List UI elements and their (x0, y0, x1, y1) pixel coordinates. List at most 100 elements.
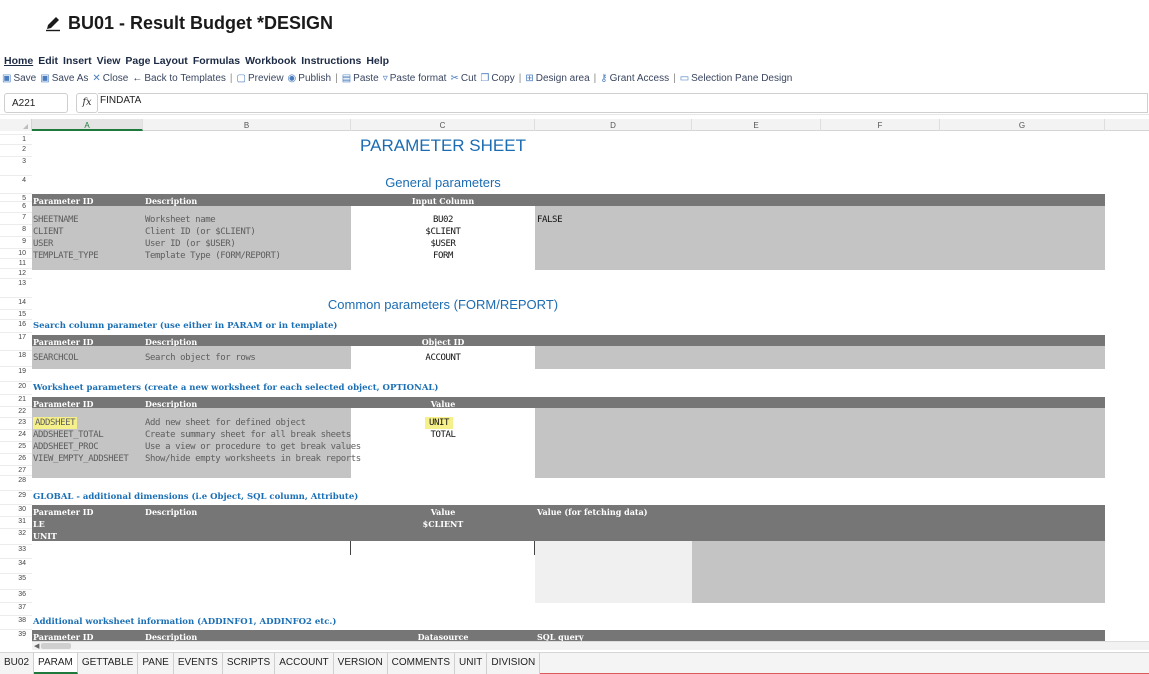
param-id[interactable]: USER (33, 239, 53, 249)
row-header[interactable]: 3 (0, 158, 32, 165)
row-header[interactable]: 18 (0, 352, 32, 359)
param-value[interactable]: $CLIENT (351, 227, 535, 237)
param-value[interactable]: ACCOUNT (351, 353, 535, 363)
tab-version[interactable]: VERSION (334, 653, 388, 674)
row-header[interactable]: 7 (0, 214, 32, 221)
tab-bu02[interactable]: BU02 (0, 653, 35, 674)
selection-pane-design-button[interactable]: ▭ Selection Pane Design (680, 73, 793, 84)
cell-reference-box[interactable]: A221 (4, 93, 68, 113)
save-button[interactable]: ▣ Save (2, 73, 36, 84)
row-header[interactable]: 20 (0, 383, 32, 390)
tab-param[interactable]: PARAM (34, 653, 78, 674)
row-header[interactable]: 1 (0, 136, 32, 143)
row-header[interactable]: 28 (0, 477, 32, 484)
row-header[interactable]: 4 (0, 177, 32, 184)
copy-button[interactable]: ❐ Copy (480, 73, 514, 84)
row-header[interactable]: 32 (0, 530, 32, 537)
row-header[interactable]: 6 (0, 203, 32, 210)
row-header[interactable]: 33 (0, 546, 32, 553)
back-to-templates-button[interactable]: ← Back to Templates (132, 73, 226, 84)
menu-formulas[interactable]: Formulas (193, 55, 240, 69)
param-id[interactable]: ADDSHEET_PROC (33, 442, 99, 452)
close-button[interactable]: ✕ Close (92, 73, 128, 84)
param-id[interactable]: SEARCHCOL (33, 353, 79, 363)
global-unit[interactable]: UNIT (33, 531, 57, 541)
publish-button[interactable]: ◉ Publish (288, 73, 332, 84)
row-header[interactable]: 36 (0, 591, 32, 598)
row-header[interactable]: 39 (0, 631, 32, 638)
param-extra[interactable]: FALSE (537, 215, 562, 225)
param-id[interactable]: SHEETNAME (33, 215, 79, 225)
param-value[interactable]: TOTAL (351, 430, 535, 440)
param-desc[interactable]: User ID (or $USER) (145, 239, 236, 249)
param-desc[interactable]: Template Type (FORM/REPORT) (145, 251, 281, 261)
column-header-g[interactable]: G (940, 119, 1105, 131)
spreadsheet-grid[interactable]: A B C D E F G 1 2 3 4 5 6 7 8 9 10 11 12 13 14 15 16 17 1… (0, 119, 1149, 650)
column-header-c[interactable]: C (351, 119, 535, 131)
row-header[interactable]: 13 (0, 280, 32, 287)
tab-events[interactable]: EVENTS (174, 653, 223, 674)
param-value[interactable]: FORM (351, 251, 535, 261)
row-header[interactable]: 31 (0, 518, 32, 525)
param-id[interactable]: VIEW_EMPTY_ADDSHEET (33, 454, 129, 464)
save-as-button[interactable]: ▣ Save As (40, 73, 88, 84)
param-desc[interactable]: Worksheet name (145, 215, 216, 225)
menu-home[interactable]: Home (4, 55, 33, 69)
global-le-value[interactable]: $CLIENT (351, 519, 535, 529)
row-header[interactable]: 2 (0, 146, 32, 153)
menu-page-layout[interactable]: Page Layout (125, 55, 187, 69)
tab-comments[interactable]: COMMENTS (388, 653, 456, 674)
param-desc[interactable]: Use a view or procedure to get break val… (145, 442, 361, 452)
row-header[interactable]: 21 (0, 396, 32, 403)
menu-help[interactable]: Help (366, 55, 389, 69)
pencil-icon[interactable] (44, 14, 62, 32)
fx-icon[interactable]: fx (76, 93, 98, 113)
grant-access-button[interactable]: ⚷ Grant Access (600, 73, 669, 84)
row-header[interactable]: 37 (0, 604, 32, 611)
menu-instructions[interactable]: Instructions (301, 55, 361, 69)
row-header[interactable]: 11 (0, 260, 32, 267)
tab-account[interactable]: ACCOUNT (275, 653, 334, 674)
param-id[interactable]: ADDSHEET_TOTAL (33, 430, 104, 440)
menu-view[interactable]: View (97, 55, 121, 69)
tab-scripts[interactable]: SCRIPTS (223, 653, 276, 674)
row-header[interactable]: 25 (0, 443, 32, 450)
row-header[interactable]: 27 (0, 467, 32, 474)
preview-button[interactable]: ▢ Preview (237, 73, 284, 84)
row-header[interactable]: 17 (0, 334, 32, 341)
paste-button[interactable]: ▤ Paste (342, 73, 379, 84)
row-header[interactable]: 12 (0, 270, 32, 277)
horizontal-scrollbar[interactable]: ◀ (32, 641, 1149, 650)
column-header-f[interactable]: F (821, 119, 940, 131)
param-desc[interactable]: Search object for rows (145, 353, 256, 363)
row-header[interactable]: 30 (0, 506, 32, 513)
column-header-b[interactable]: B (143, 119, 351, 131)
tab-unit[interactable]: UNIT (455, 653, 488, 674)
row-header[interactable]: 14 (0, 299, 32, 306)
menu-insert[interactable]: Insert (63, 55, 92, 69)
row-header[interactable]: 15 (0, 311, 32, 318)
row-header[interactable]: 16 (0, 321, 32, 328)
param-value[interactable]: $USER (351, 239, 535, 249)
column-header-e[interactable]: E (692, 119, 821, 131)
menu-edit[interactable]: Edit (38, 55, 58, 69)
row-header[interactable]: 38 (0, 617, 32, 624)
row-header[interactable]: 22 (0, 408, 32, 415)
param-id[interactable]: TEMPLATE_TYPE (33, 251, 99, 261)
tab-pane[interactable]: PANE (138, 653, 174, 674)
row-header[interactable]: 23 (0, 419, 32, 426)
param-id[interactable]: ADDSHEET (33, 417, 78, 429)
tab-division[interactable]: DIVISION (487, 653, 541, 674)
row-header[interactable]: 26 (0, 455, 32, 462)
param-desc[interactable]: Create summary sheet for all break sheet… (145, 430, 351, 440)
row-header[interactable]: 29 (0, 492, 32, 499)
column-header-a[interactable]: A (32, 119, 143, 131)
cut-button[interactable]: ✂ Cut (450, 73, 476, 84)
row-header[interactable]: 10 (0, 250, 32, 257)
scrollbar-thumb[interactable] (41, 643, 71, 649)
design-area-button[interactable]: ⊞ Design area (525, 73, 589, 84)
row-header[interactable]: 34 (0, 560, 32, 567)
menu-workbook[interactable]: Workbook (245, 55, 296, 69)
scroll-left-icon[interactable]: ◀ (34, 642, 39, 650)
formula-input[interactable]: FINDATA (98, 93, 1148, 113)
